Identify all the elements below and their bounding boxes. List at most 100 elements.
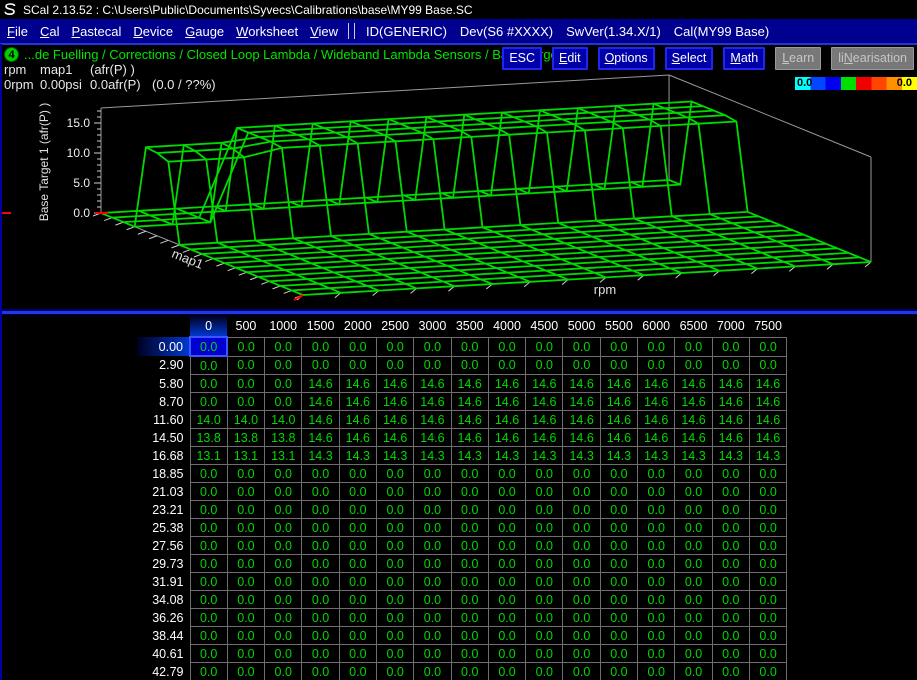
table-cell[interactable]: 0.0 <box>339 465 376 483</box>
table-cell[interactable]: 0.0 <box>414 573 451 591</box>
table-cell[interactable]: 0.0 <box>339 519 376 537</box>
table-cell[interactable]: 0.0 <box>190 483 227 501</box>
table-cell[interactable]: 0.0 <box>488 519 525 537</box>
table-col-header[interactable]: 5500 <box>600 316 637 337</box>
table-cell[interactable]: 14.3 <box>563 447 600 465</box>
table-cell[interactable]: 0.0 <box>638 537 675 555</box>
table-cell[interactable]: 0.0 <box>638 573 675 591</box>
table-cell[interactable]: 14.6 <box>638 375 675 393</box>
table-cell[interactable]: 0.0 <box>488 356 525 375</box>
table-col-header[interactable]: 5000 <box>563 316 600 337</box>
table-cell[interactable]: 14.6 <box>600 429 637 447</box>
table-cell[interactable]: 0.0 <box>712 537 749 555</box>
table-cell[interactable]: 14.6 <box>712 393 749 411</box>
table-cell[interactable]: 0.0 <box>190 337 227 356</box>
table-cell[interactable]: 0.0 <box>638 591 675 609</box>
table-cell[interactable]: 0.0 <box>563 627 600 645</box>
table-cell[interactable]: 0.0 <box>227 519 264 537</box>
table-col-header[interactable]: 2500 <box>376 316 413 337</box>
table-row-header[interactable]: 14.50 <box>137 429 190 447</box>
table-cell[interactable]: 0.0 <box>675 501 712 519</box>
menu-item-device[interactable]: Device <box>127 24 179 39</box>
table-cell[interactable]: 14.3 <box>376 447 413 465</box>
table-cell[interactable]: 0.0 <box>376 555 413 573</box>
table-cell[interactable]: 0.0 <box>302 337 339 356</box>
table-cell[interactable]: 14.3 <box>488 447 525 465</box>
table-cell[interactable]: 0.0 <box>488 573 525 591</box>
table-cell[interactable]: 14.6 <box>414 429 451 447</box>
table-cell[interactable]: 0.0 <box>339 555 376 573</box>
table-cell[interactable]: 0.0 <box>190 555 227 573</box>
table-cell[interactable]: 0.0 <box>376 609 413 627</box>
menu-item-pastecal[interactable]: Pastecal <box>65 24 127 39</box>
table-cell[interactable]: 14.6 <box>451 429 488 447</box>
table-cell[interactable]: 0.0 <box>339 663 376 680</box>
table-cell[interactable]: 14.6 <box>712 375 749 393</box>
table-row-header[interactable]: 40.61 <box>137 645 190 663</box>
table-cell[interactable]: 14.6 <box>712 429 749 447</box>
table-row-header[interactable]: 2.90 <box>137 356 190 375</box>
table-cell[interactable]: 0.0 <box>376 627 413 645</box>
table-cell[interactable]: 14.6 <box>376 411 413 429</box>
table-row-header[interactable]: 34.08 <box>137 591 190 609</box>
table-cell[interactable]: 14.6 <box>451 375 488 393</box>
table-cell[interactable]: 0.0 <box>600 537 637 555</box>
table-cell[interactable]: 0.0 <box>339 337 376 356</box>
table-cell[interactable]: 14.6 <box>488 411 525 429</box>
table-cell[interactable]: 14.6 <box>600 411 637 429</box>
table-cell[interactable]: 0.0 <box>749 483 786 501</box>
table-cell[interactable]: 0.0 <box>749 627 786 645</box>
table-cell[interactable]: 0.0 <box>600 591 637 609</box>
menu-item-file[interactable]: File <box>1 24 34 39</box>
table-cell[interactable]: 14.6 <box>526 429 563 447</box>
table-cell[interactable]: 0.0 <box>190 519 227 537</box>
table-cell[interactable]: 0.0 <box>265 375 302 393</box>
table-cell[interactable]: 0.0 <box>488 591 525 609</box>
table-cell[interactable]: 0.0 <box>376 501 413 519</box>
table-cell[interactable]: 14.3 <box>302 447 339 465</box>
table-cell[interactable]: 0.0 <box>376 465 413 483</box>
table-cell[interactable]: 0.0 <box>526 555 563 573</box>
table-cell[interactable]: 14.6 <box>600 393 637 411</box>
table-cell[interactable]: 0.0 <box>302 663 339 680</box>
table-cell[interactable]: 0.0 <box>414 609 451 627</box>
table-cell[interactable]: 14.6 <box>563 411 600 429</box>
table-cell[interactable]: 0.0 <box>339 356 376 375</box>
table-cell[interactable]: 14.6 <box>638 411 675 429</box>
table-cell[interactable]: 0.0 <box>227 501 264 519</box>
table-cell[interactable]: 0.0 <box>600 337 637 356</box>
table-cell[interactable]: 0.0 <box>376 591 413 609</box>
table-cell[interactable]: 14.6 <box>749 375 786 393</box>
table-cell[interactable]: 14.6 <box>488 429 525 447</box>
table-cell[interactable]: 0.0 <box>376 519 413 537</box>
table-cell[interactable]: 14.6 <box>339 375 376 393</box>
menu-item-cal[interactable]: Cal <box>34 24 66 39</box>
table-cell[interactable]: 0.0 <box>190 465 227 483</box>
table-cell[interactable]: 0.0 <box>414 337 451 356</box>
table-col-header[interactable]: 2000 <box>339 316 376 337</box>
table-cell[interactable]: 0.0 <box>488 337 525 356</box>
table-cell[interactable]: 0.0 <box>600 356 637 375</box>
table-cell[interactable]: 0.0 <box>638 663 675 680</box>
table-cell[interactable]: 0.0 <box>488 663 525 680</box>
table-cell[interactable]: 0.0 <box>302 501 339 519</box>
table-cell[interactable]: 0.0 <box>638 645 675 663</box>
table-cell[interactable]: 0.0 <box>190 627 227 645</box>
table-cell[interactable]: 0.0 <box>749 501 786 519</box>
table-cell[interactable]: 0.0 <box>563 645 600 663</box>
table-cell[interactable]: 0.0 <box>265 356 302 375</box>
table-cell[interactable]: 0.0 <box>749 337 786 356</box>
table-cell[interactable]: 0.0 <box>339 609 376 627</box>
table-row-header[interactable]: 23.21 <box>137 501 190 519</box>
table-col-header[interactable]: 0 <box>190 316 227 337</box>
table-cell[interactable]: 0.0 <box>227 393 264 411</box>
table-cell[interactable]: 0.0 <box>638 627 675 645</box>
table-cell[interactable]: 0.0 <box>451 337 488 356</box>
table-cell[interactable]: 0.0 <box>638 483 675 501</box>
table-cell[interactable]: 0.0 <box>265 573 302 591</box>
table-cell[interactable]: 14.6 <box>376 429 413 447</box>
table-cell[interactable]: 0.0 <box>712 519 749 537</box>
table-cell[interactable]: 14.3 <box>675 447 712 465</box>
table-cell[interactable]: 14.6 <box>526 375 563 393</box>
esc-button[interactable]: ESC <box>502 47 542 70</box>
